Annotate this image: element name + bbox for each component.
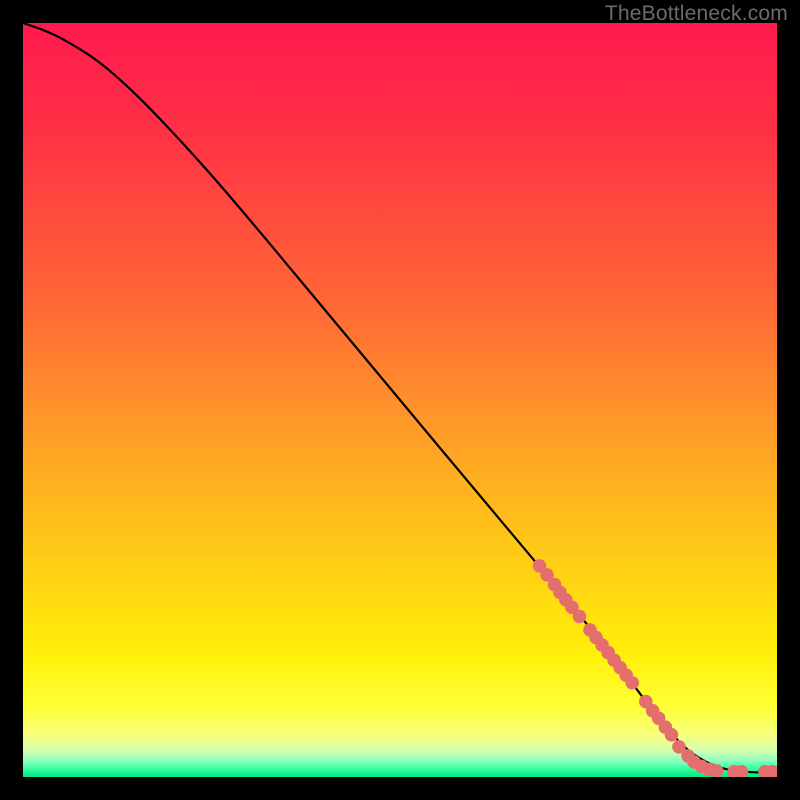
plot-area <box>23 23 777 777</box>
data-point <box>625 676 639 690</box>
data-point <box>573 610 587 624</box>
data-point <box>665 728 679 742</box>
data-points <box>533 559 777 777</box>
chart-svg <box>23 23 777 777</box>
curve-line <box>23 23 777 772</box>
chart-stage: TheBottleneck.com <box>0 0 800 800</box>
